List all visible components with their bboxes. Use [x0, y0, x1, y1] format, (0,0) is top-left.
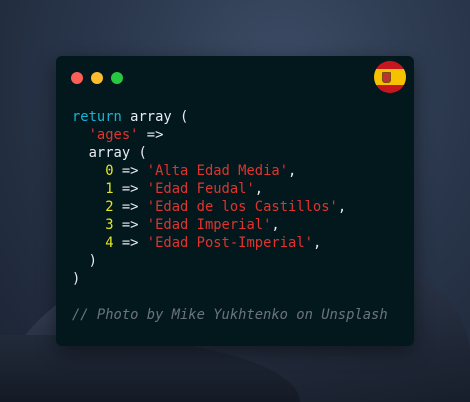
code-line: 4 => 'Edad Post-Imperial',	[105, 235, 322, 251]
code-window: return array ( 'ages' => array ( 0 => 'A…	[56, 56, 414, 346]
code-line: 2 => 'Edad de los Castillos',	[105, 199, 347, 215]
spain-flag-icon	[374, 61, 406, 93]
code-line: )	[72, 271, 81, 287]
code-line: )	[88, 253, 97, 269]
minimize-button[interactable]	[91, 72, 103, 84]
code-line: 0 => 'Alta Edad Media',	[105, 163, 297, 179]
code-line: 1 => 'Edad Feudal',	[105, 181, 264, 197]
code-comment: // Photo by Mike Yukhtenko on Unsplash	[72, 307, 388, 323]
code-line: 'ages' =>	[88, 127, 164, 143]
maximize-button[interactable]	[111, 72, 123, 84]
code-block: return array ( 'ages' => array ( 0 => 'A…	[72, 108, 388, 324]
code-line: return array (	[72, 109, 189, 125]
code-line: array (	[88, 145, 147, 161]
close-button[interactable]	[71, 72, 83, 84]
code-line: 3 => 'Edad Imperial',	[105, 217, 280, 233]
